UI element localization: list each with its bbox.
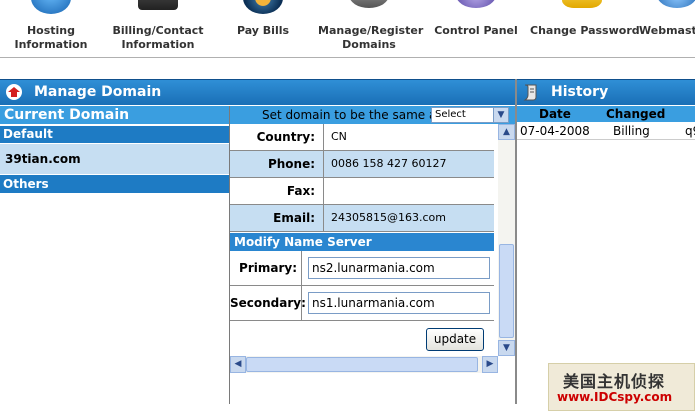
scroll-down-icon[interactable]: ▼ bbox=[498, 340, 515, 356]
fax-label: Fax: bbox=[230, 178, 324, 204]
update-button[interactable]: update bbox=[426, 328, 484, 351]
select-value: Select bbox=[435, 109, 466, 120]
vertical-scrollbar[interactable]: ▲ ▼ bbox=[498, 124, 515, 356]
nav-label-line1: Webmaster bbox=[639, 24, 695, 37]
nav-label-line2: Information bbox=[14, 38, 88, 51]
history-changed-cell: Billing bbox=[613, 124, 650, 138]
watermark: 美国主机侦探 www.IDCspy.com bbox=[548, 363, 695, 411]
manage-domain-icon bbox=[6, 84, 22, 100]
history-column-headers: Date Changed bbox=[517, 106, 695, 122]
key-icon bbox=[562, 0, 602, 8]
chevron-down-icon[interactable]: ▼ bbox=[493, 108, 508, 122]
history-title: History bbox=[551, 84, 609, 100]
phone-value: 0086 158 427 60127 bbox=[331, 157, 447, 170]
nav-label-line2: Information bbox=[121, 38, 195, 51]
same-as-label: Set domain to be the same as bbox=[262, 108, 443, 122]
name-server-heading: Modify Name Server bbox=[230, 233, 494, 251]
globe-icon bbox=[31, 0, 71, 14]
history-col-date[interactable]: Date bbox=[539, 107, 571, 121]
gear-icon bbox=[456, 0, 496, 8]
current-domain-heading: Current Domain bbox=[0, 106, 229, 124]
fax-value bbox=[325, 178, 494, 204]
nav-label-line1: Manage/Register bbox=[318, 24, 424, 37]
top-nav: Hosting Information Billing/Contact Info… bbox=[0, 0, 695, 58]
book-icon bbox=[138, 0, 178, 10]
manage-domain-header: Manage Domain bbox=[0, 79, 515, 105]
scroll-left-icon[interactable]: ◀ bbox=[230, 356, 246, 373]
secondary-ns-row: Secondary: bbox=[230, 286, 494, 321]
phone-row: Phone: 0086 158 427 60127 bbox=[230, 151, 494, 178]
primary-label: Primary: bbox=[230, 251, 302, 285]
history-col-changed[interactable]: Changed bbox=[606, 107, 665, 121]
email-value: 24305815@163.com bbox=[331, 211, 446, 224]
nav-pay-bills[interactable]: Pay Bills bbox=[224, 0, 302, 58]
webmaster-icon bbox=[657, 0, 695, 8]
scroll-right-icon[interactable]: ▶ bbox=[482, 356, 498, 373]
nav-divider bbox=[0, 57, 695, 58]
table-row[interactable]: 07-04-2008 Billing q9 bbox=[517, 123, 695, 140]
domain-icon bbox=[349, 0, 389, 8]
nav-change-password[interactable]: Change Password bbox=[530, 0, 640, 58]
domain-list-item[interactable]: 39tian.com bbox=[0, 144, 229, 174]
country-label: Country: bbox=[230, 124, 324, 150]
group-default[interactable]: Default bbox=[0, 126, 229, 143]
email-row: Email: 24305815@163.com bbox=[230, 205, 494, 232]
nav-label-line1: Change Password bbox=[530, 24, 640, 37]
vertical-scroll-thumb[interactable] bbox=[499, 244, 514, 338]
nav-label-line1: Billing/Contact bbox=[112, 24, 204, 37]
nav-webmaster[interactable]: Webmaster bbox=[637, 0, 695, 58]
secondary-ns-input[interactable] bbox=[308, 292, 490, 314]
horizontal-scrollbar[interactable]: ◀ ▶ bbox=[230, 356, 498, 373]
scroll-up-icon[interactable]: ▲ bbox=[498, 124, 515, 140]
coin-icon bbox=[243, 0, 283, 14]
nav-label-line1: Control Panel bbox=[434, 24, 518, 37]
country-value: CN bbox=[331, 130, 347, 143]
fax-row: Fax: bbox=[230, 178, 494, 205]
nav-control-panel[interactable]: Control Panel bbox=[432, 0, 520, 58]
manage-domain-title: Manage Domain bbox=[34, 84, 162, 100]
same-as-select[interactable]: Select ▼ bbox=[431, 107, 509, 123]
history-extra-cell: q9 bbox=[685, 124, 695, 138]
primary-ns-row: Primary: bbox=[230, 251, 494, 286]
nav-label-line1: Pay Bills bbox=[236, 24, 290, 37]
contact-frame: Country: CN Phone: 0086 158 427 60127 Fa… bbox=[230, 124, 515, 374]
history-date-cell: 07-04-2008 bbox=[520, 124, 590, 138]
history-header: History bbox=[517, 79, 695, 105]
history-icon bbox=[523, 84, 537, 101]
email-label: Email: bbox=[230, 205, 324, 231]
group-others[interactable]: Others bbox=[0, 175, 229, 193]
watermark-cn: 美国主机侦探 bbox=[563, 372, 666, 391]
nav-label-line1: Hosting bbox=[26, 24, 76, 37]
panel-divider bbox=[515, 79, 517, 404]
horizontal-scroll-thumb[interactable] bbox=[246, 357, 478, 372]
secondary-label: Secondary: bbox=[230, 286, 306, 320]
watermark-url: www.IDCspy.com bbox=[557, 390, 673, 404]
phone-label: Phone: bbox=[230, 151, 324, 177]
nav-label-line2: Domains bbox=[342, 38, 396, 51]
nav-billing-contact[interactable]: Billing/Contact Information bbox=[108, 0, 208, 58]
primary-ns-input[interactable] bbox=[308, 257, 490, 279]
nav-manage-register-domains[interactable]: Manage/Register Domains bbox=[318, 0, 424, 58]
country-row: Country: CN bbox=[230, 124, 494, 151]
nav-hosting-information[interactable]: Hosting Information bbox=[6, 0, 96, 58]
